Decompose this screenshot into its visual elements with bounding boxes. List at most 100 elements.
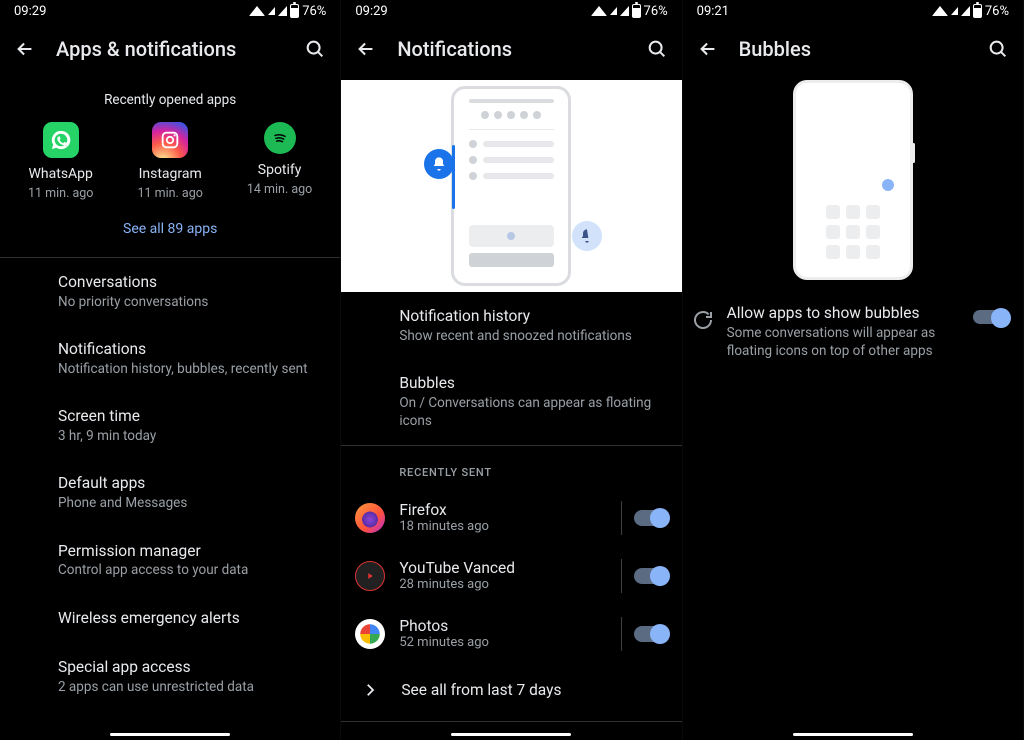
phone-illustration [451,86,571,286]
item-title: Allow apps to show bubbles [727,304,961,322]
whatsapp-icon [43,122,79,158]
battery-icon [632,4,641,18]
see-all-label: See all from last 7 days [401,681,561,699]
toggle-bubbles[interactable] [973,310,1009,324]
spotify-icon [264,122,296,154]
app-name: WhatsApp [29,166,93,182]
item-bubbles[interactable]: Bubbles On / Conversations can appear as… [341,359,681,444]
hero-illustration [683,76,1023,300]
signal-icon [278,6,287,16]
item-default-apps[interactable]: Default apps Phone and Messages [0,459,340,526]
hero-illustration [341,80,681,292]
recently-opened-row: WhatsApp 11 min. ago Instagram 11 min. a… [0,122,340,201]
signal-icon [268,7,275,15]
item-sub: Show recent and snoozed notifications [399,327,681,345]
item-special-app-access[interactable]: Special app access 2 apps can use unrest… [0,643,340,710]
search-icon[interactable] [987,38,1009,60]
toggle-firefox[interactable] [634,510,668,526]
back-icon[interactable] [14,38,36,60]
youtube-vanced-icon [355,561,385,591]
item-wireless-alerts[interactable]: Wireless emergency alerts [0,594,340,643]
recent-app-instagram[interactable]: Instagram 11 min. ago [137,122,202,201]
recent-youtube-vanced[interactable]: YouTube Vanced 28 minutes ago [341,547,681,605]
signal-icon [620,6,629,16]
item-title: Notifications [58,339,340,360]
lock-screen-label: NOTIFICATIONS ON LOCK SCREEN [341,722,681,740]
gesture-navbar[interactable] [793,733,913,736]
photos-icon [355,619,385,649]
divider-vertical [621,501,622,535]
item-title: Bubbles [399,373,681,394]
back-icon[interactable] [355,38,377,60]
recent-photos[interactable]: Photos 52 minutes ago [341,605,681,663]
item-title: YouTube Vanced [399,559,608,577]
app-time: 11 min. ago [28,186,93,201]
item-sub: 3 hr, 9 min today [58,427,340,445]
search-icon[interactable] [646,38,668,60]
recent-app-spotify[interactable]: Spotify 14 min. ago [247,122,312,201]
app-bar: Bubbles [683,22,1023,76]
item-notification-history[interactable]: Notification history Show recent and sno… [341,292,681,359]
see-all-7days[interactable]: See all from last 7 days [341,663,681,717]
item-sub: 2 apps can use unrestricted data [58,678,340,696]
toggle-ytv[interactable] [634,568,668,584]
content: Notification history Show recent and sno… [341,76,681,740]
instagram-icon [152,122,188,158]
item-title: Permission manager [58,541,340,562]
signal-icon [951,7,958,15]
battery-pct: 76% [644,4,668,19]
app-time: 11 min. ago [137,186,202,201]
app-name: Instagram [139,166,202,182]
battery-pct: 76% [985,4,1009,19]
app-time: 14 min. ago [247,182,312,197]
page-title: Notifications [397,37,625,61]
status-bar: 09:21 76% [683,0,1023,22]
divider-vertical [621,559,622,593]
status-bar: 09:29 76% [341,0,681,22]
firefox-icon [355,503,385,533]
status-right: 76% [591,4,668,19]
status-right: 76% [932,4,1009,19]
item-screen-time[interactable]: Screen time 3 hr, 9 min today [0,392,340,459]
item-sub: Notification history, bubbles, recently … [58,360,340,378]
see-all-apps-link[interactable]: See all 89 apps [0,201,340,257]
item-title: Firefox [399,501,608,519]
item-title: Screen time [58,406,340,427]
item-conversations[interactable]: Conversations No priority conversations [0,258,340,325]
battery-icon [290,4,299,18]
recently-sent-label: RECENTLY SENT [341,446,681,489]
item-sub: 28 minutes ago [399,577,608,592]
toggle-photos[interactable] [634,626,668,642]
battery-icon [973,4,982,18]
recently-opened-label: Recently opened apps [0,76,340,122]
status-bar: 09:29 76% [0,0,340,22]
item-title: Photos [399,617,608,635]
search-icon[interactable] [304,38,326,60]
status-time: 09:29 [14,4,46,19]
item-sub: 52 minutes ago [399,635,608,650]
signal-icon [610,7,617,15]
item-sub: 18 minutes ago [399,519,608,534]
allow-bubbles-row[interactable]: Allow apps to show bubbles Some conversa… [683,300,1023,360]
page-title: Bubbles [739,37,967,61]
wifi-icon [249,6,265,16]
item-permission-manager[interactable]: Permission manager Control app access to… [0,527,340,594]
back-icon[interactable] [697,38,719,60]
item-title: Default apps [58,473,340,494]
gesture-navbar[interactable] [451,733,571,736]
refresh-icon [691,308,715,332]
item-sub: Some conversations will appear as floati… [727,324,961,360]
screen-bubbles: 09:21 76% Bubbles [683,0,1024,740]
gesture-navbar[interactable] [110,733,230,736]
item-sub: Phone and Messages [58,494,340,512]
bubble-icon [882,179,894,191]
bell-off-icon [572,221,602,251]
app-bar: Apps & notifications [0,22,340,76]
item-notifications[interactable]: Notifications Notification history, bubb… [0,325,340,392]
recent-app-whatsapp[interactable]: WhatsApp 11 min. ago [28,122,93,201]
item-title: Notification history [399,306,681,327]
bell-icon [424,149,454,179]
recent-firefox[interactable]: Firefox 18 minutes ago [341,489,681,547]
screen-notifications: 09:29 76% Notifications [341,0,682,740]
screen-apps-notifications: 09:29 76% Apps & notifications Recently … [0,0,341,740]
